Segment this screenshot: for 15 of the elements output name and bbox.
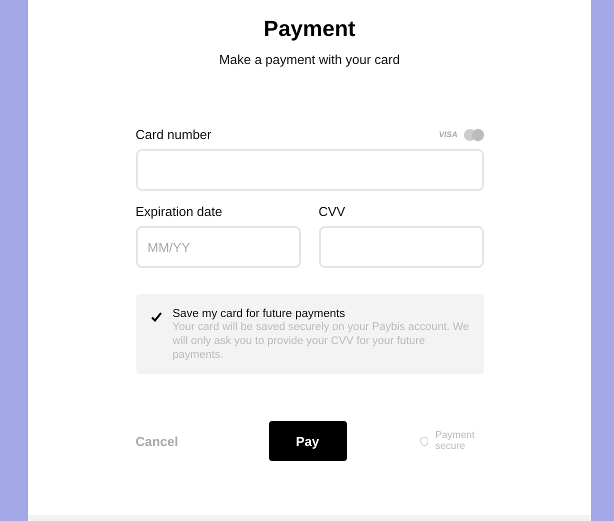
- pay-button[interactable]: Pay: [268, 421, 346, 461]
- field-label: Expiration date: [136, 204, 224, 219]
- field-label: CVV: [318, 204, 346, 219]
- field-label: Card number: [136, 127, 212, 142]
- secure-label: Payment secure: [435, 430, 476, 452]
- card-number-field[interactable]: [136, 149, 484, 191]
- card-logo-icon: [464, 128, 484, 140]
- save-card-checkbox[interactable]: [150, 310, 162, 323]
- save-card-label: Save my card for future payments: [172, 308, 346, 320]
- save-card-note: Your card will be saved securely on your Paybis account. We will only ask you to provide your CVV for your future payments.: [172, 320, 470, 362]
- expiration-field[interactable]: MM/YY: [136, 226, 300, 268]
- page-title: Payment: [264, 16, 356, 42]
- card-brand-logo: VISA: [438, 130, 458, 139]
- page-subtitle: Make a payment with your card: [219, 52, 400, 67]
- cvv-field[interactable]: [318, 226, 484, 268]
